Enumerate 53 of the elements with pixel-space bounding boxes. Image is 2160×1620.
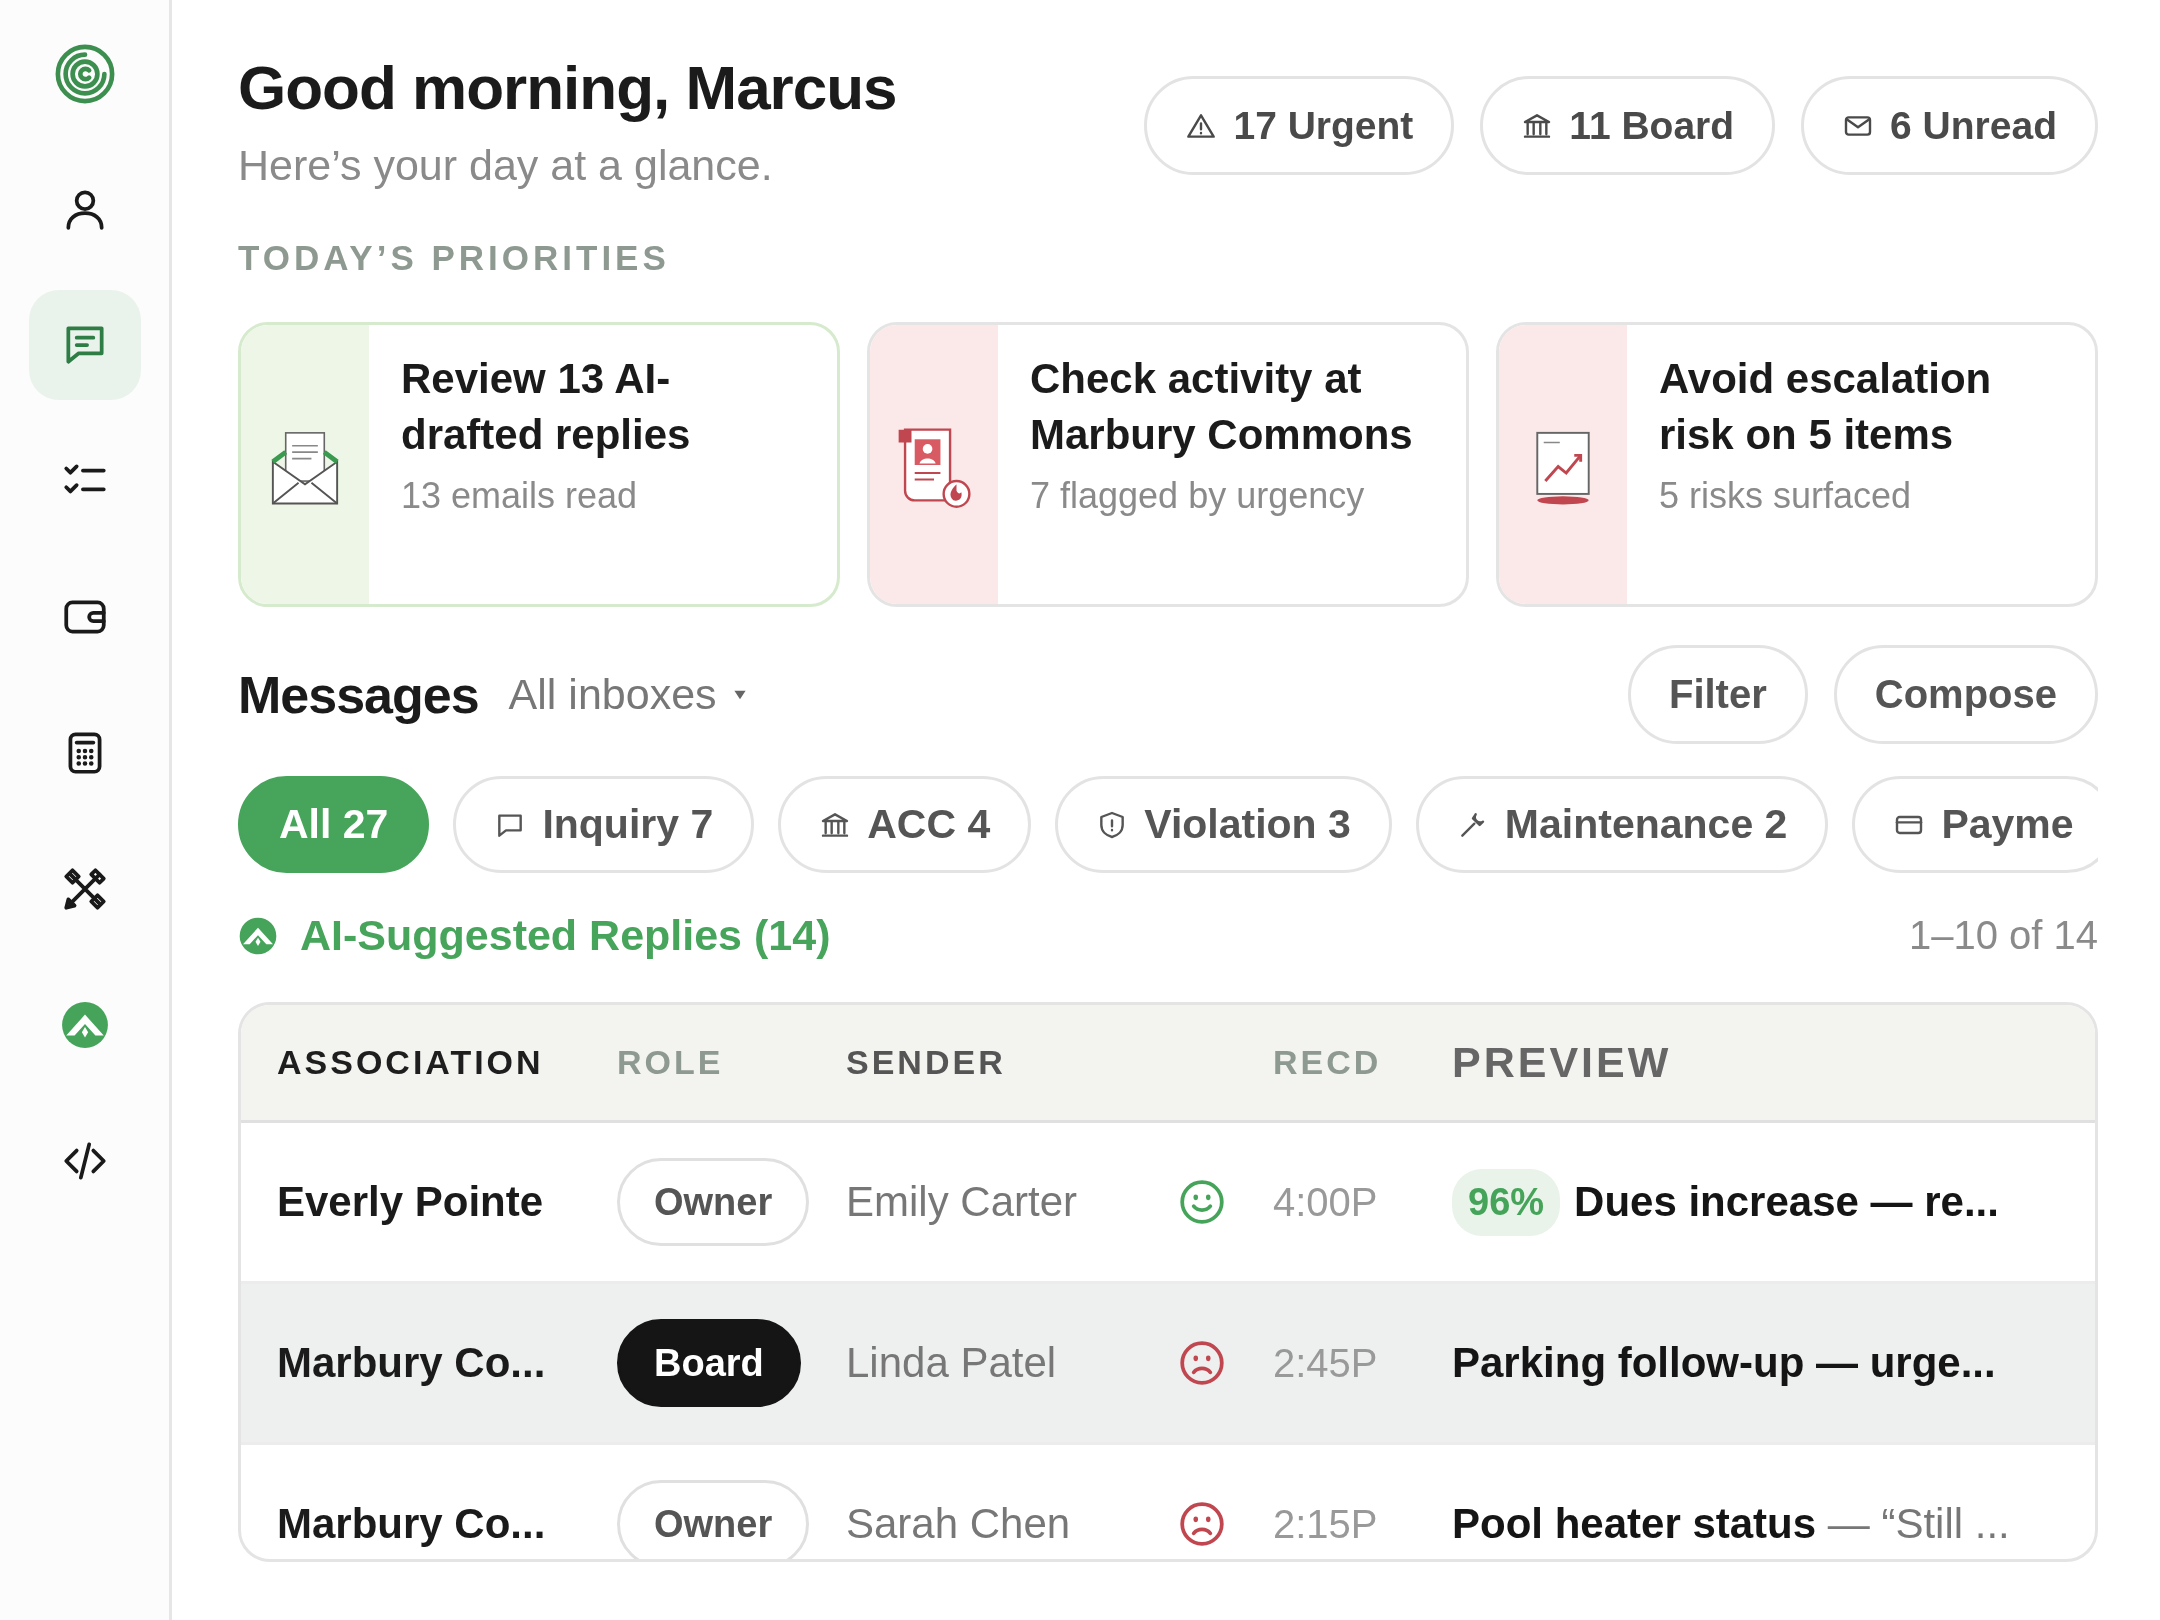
caret-icon [732,688,747,701]
role-badge: Owner [617,1480,810,1559]
preview-text: Parking follow-up — urge... [1452,1339,1996,1387]
action-button[interactable]: Filter [1627,645,1808,744]
sender-cell-text: Emily Carter [846,1178,1079,1226]
table-row[interactable]: Marbury Co... Board Linda Patel 2:45P Parking follow-up — urge... [241,1284,2095,1445]
column-header: ROLE [617,1043,725,1082]
confidence-badge: 96% [1452,1168,1561,1236]
pagination-range: 1–10 of 14 [1908,913,2098,958]
column-header: PREVIEW [1452,1038,1673,1087]
brand-icon [59,1000,110,1050]
association-cell-text: Marbury Co... [277,1500,547,1548]
logo-icon[interactable] [53,43,116,105]
preview-text: Pool heater status — “Still ... [1452,1500,2010,1548]
stat-pill[interactable]: 17 Urgent [1144,76,1455,175]
filter-chip[interactable]: Inquiry 7 [453,776,755,873]
inbox-dropdown[interactable]: All inboxes [508,670,747,719]
sender-cell-text: Linda Patel [846,1339,1058,1387]
preview-text: Dues increase — re... [1574,1178,1999,1226]
section-title: AI-Suggested Replies (14) [300,911,831,960]
priority-card[interactable]: Avoid escalation risk on 5 items 5 risks surfaced [1496,322,2098,607]
time-cell-text: 2:15P [1273,1501,1379,1547]
messages-heading: Messages [238,664,479,725]
action-button[interactable]: Compose [1833,645,2098,744]
association-cell-text: Everly Pointe [277,1178,545,1226]
subtitle: Here’s your day at a glance. [238,141,774,190]
card-title: Check activity at Marbury Commons [1030,354,1414,460]
sender-cell-text: Sarah Chen [846,1500,1072,1548]
priority-card[interactable]: Review 13 AI-drafted replies 13 emails read [238,322,840,607]
stat-pill[interactable]: 11 Board [1480,76,1776,175]
card-subtitle: 5 risks surfaced [1659,475,1913,517]
card-subtitle: 7 flagged by urgency [1030,475,1366,517]
time-cell-text: 4:00P [1273,1179,1379,1225]
column-header: SENDER [846,1043,1007,1082]
card-title: Review 13 AI-drafted replies [401,354,692,460]
section-label: TODAY’S PRIORITIES [238,238,671,278]
role-badge: Owner [617,1158,810,1246]
filter-chip[interactable]: ACC 4 [778,776,1032,873]
filter-chip[interactable]: Violation 3 [1055,776,1392,873]
priority-card[interactable]: Check activity at Marbury Commons 7 flagged by urgency [867,322,1469,607]
brand-icon [238,915,278,956]
time-cell-text: 2:45P [1273,1340,1379,1386]
column-header: RECD [1273,1043,1383,1082]
card-title: Avoid escalation risk on 5 items [1659,354,1993,460]
role-badge: Board [617,1319,801,1407]
filter-chip[interactable]: Payme [1852,776,2098,873]
greeting-heading: Good morning, Marcus [238,52,897,124]
column-header: ASSOCIATION [277,1043,545,1082]
filter-chip[interactable]: Maintenance 2 [1415,776,1829,873]
stat-pill[interactable]: 6 Unread [1801,76,2098,175]
card-subtitle: 13 emails read [401,475,639,517]
table-row[interactable]: Marbury Co... Owner Sarah Chen 2:15P Pool heater status — “Still ... [241,1445,2095,1559]
association-cell-text: Marbury Co... [277,1339,547,1387]
